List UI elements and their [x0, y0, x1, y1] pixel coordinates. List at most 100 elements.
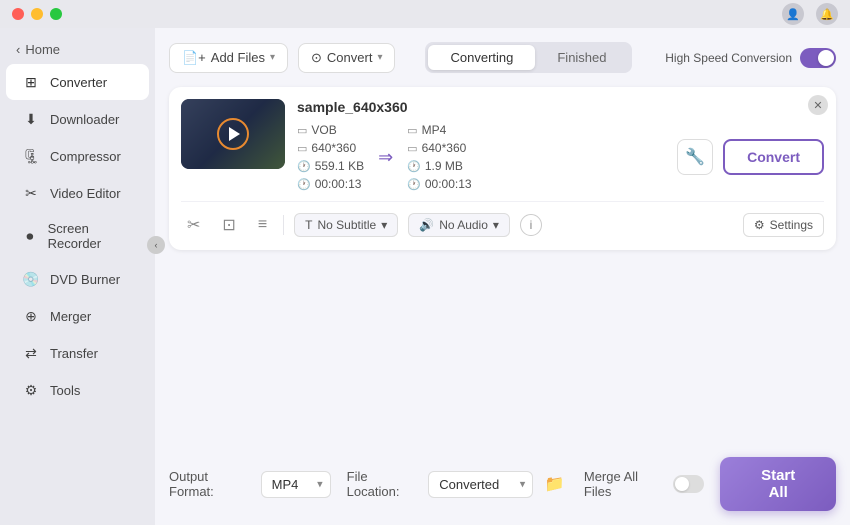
merger-icon: ⊕ [22, 307, 40, 325]
file-location-field: File Location: Converted Desktop Downloa… [347, 469, 568, 499]
speed-toggle-label: High Speed Conversion [665, 51, 792, 65]
collapse-sidebar-button[interactable]: ‹ [147, 236, 165, 254]
tab-switcher: Converting Finished [425, 42, 631, 73]
output-format-select[interactable]: MP4 MOV AVI MKV [261, 471, 331, 498]
target-size-icon: 🕐 [407, 160, 421, 173]
convert-chevron-icon: ▾ [377, 52, 382, 63]
audio-select[interactable]: 🔊 No Audio ▾ [408, 213, 510, 237]
sidebar-item-label: Screen Recorder [48, 221, 133, 251]
resolution-icon: ▭ [297, 142, 307, 155]
high-speed-toggle[interactable] [800, 48, 836, 68]
play-button[interactable] [217, 118, 249, 150]
source-format-value: VOB [311, 123, 336, 137]
sidebar-item-label: Video Editor [50, 186, 121, 201]
sidebar-item-dvd-burner[interactable]: 💿 DVD Burner [6, 261, 149, 297]
file-name: sample_640x360 [297, 99, 824, 115]
file-card: ✕ sample_640x360 ▭ VOB [169, 87, 836, 250]
target-size: 🕐 1.9 MB [407, 159, 471, 173]
tab-converting[interactable]: Converting [428, 45, 535, 70]
card-top: sample_640x360 ▭ VOB ▭ 640*360 [181, 99, 824, 191]
sidebar-item-label: Tools [50, 383, 80, 398]
size-icon: 🕐 [297, 160, 311, 173]
start-all-button[interactable]: Start All [720, 457, 836, 511]
speed-toggle: High Speed Conversion [665, 48, 836, 68]
subtitle-label: No Subtitle [318, 218, 377, 232]
settings-label: Settings [770, 218, 813, 232]
sidebar: ‹ Home ⊞ Converter ⬇ Downloader 🗜 Compre… [0, 28, 155, 525]
merge-all-files-toggle: Merge All Files [584, 469, 704, 499]
close-button[interactable] [12, 8, 24, 20]
home-label: Home [25, 42, 60, 57]
merge-toggle-switch[interactable] [673, 475, 704, 493]
title-bar: 👤 🔔 [0, 0, 850, 28]
target-resolution: ▭ 640*360 [407, 141, 471, 155]
sidebar-item-transfer[interactable]: ⇄ Transfer [6, 335, 149, 371]
target-duration: 🕐 00:00:13 [407, 177, 471, 191]
sidebar-item-converter[interactable]: ⊞ Converter [6, 64, 149, 100]
home-link[interactable]: ‹ Home [0, 36, 155, 63]
audio-icon: 🔊 [419, 218, 434, 232]
meta-edit-button[interactable]: 🔧 [677, 139, 713, 175]
convert-button[interactable]: Convert [723, 139, 824, 175]
play-triangle-icon [229, 127, 240, 141]
transfer-icon: ⇄ [22, 344, 40, 362]
target-duration-icon: 🕐 [407, 178, 421, 191]
add-files-label: Add Files [211, 50, 265, 65]
video-thumbnail[interactable] [181, 99, 285, 169]
source-format: ▭ VOB [297, 123, 364, 137]
audio-chevron-icon: ▾ [493, 218, 499, 232]
file-location-label: File Location: [347, 469, 421, 499]
target-file-type-icon: ▭ [407, 124, 417, 137]
add-files-icon: 📄+ [182, 50, 206, 66]
sidebar-item-video-editor[interactable]: ✂ Video Editor [6, 175, 149, 211]
user-icon[interactable]: 👤 [782, 3, 804, 25]
bottom-bar: Output Format: MP4 MOV AVI MKV File Loca… [169, 445, 836, 511]
convert-section: 🔧 Convert [677, 139, 824, 175]
notification-icon[interactable]: 🔔 [816, 3, 838, 25]
arrow-right-icon: ⇒ [378, 147, 393, 168]
sidebar-item-label: Transfer [50, 346, 98, 361]
add-files-button[interactable]: 📄+ Add Files ▾ [169, 43, 288, 73]
sidebar-item-downloader[interactable]: ⬇ Downloader [6, 101, 149, 137]
sidebar-item-label: Downloader [50, 112, 119, 127]
target-format-value: MP4 [422, 123, 447, 137]
target-format: ▭ MP4 [407, 123, 471, 137]
cut-icon[interactable]: ✂ [181, 212, 206, 238]
effect-icon[interactable]: ≡ [252, 213, 273, 237]
maximize-button[interactable] [50, 8, 62, 20]
target-format-col: ▭ MP4 ▭ 640*360 🕐 1.9 MB [407, 123, 471, 191]
format-row: ▭ VOB ▭ 640*360 🕐 559.1 KB [297, 123, 824, 191]
divider [283, 215, 284, 235]
info-button[interactable]: i [520, 214, 542, 236]
sidebar-item-compressor[interactable]: 🗜 Compressor [6, 138, 149, 174]
browse-folder-button[interactable]: 📁 [541, 470, 568, 498]
sidebar-item-merger[interactable]: ⊕ Merger [6, 298, 149, 334]
subtitle-select[interactable]: T No Subtitle ▾ [294, 213, 398, 237]
output-format-label: Output Format: [169, 469, 253, 499]
close-card-button[interactable]: ✕ [808, 95, 828, 115]
settings-gear-icon: ⚙ [754, 218, 765, 232]
sidebar-item-screen-recorder[interactable]: ⏺ Screen Recorder [6, 212, 149, 260]
sidebar-item-label: Merger [50, 309, 91, 324]
main-content: 📄+ Add Files ▾ ⊙ Convert ▾ Converting Fi… [155, 28, 850, 525]
subtitle-icon: T [305, 218, 312, 232]
add-files-chevron-icon: ▾ [270, 52, 275, 63]
target-duration-value: 00:00:13 [425, 177, 472, 191]
output-format-field: Output Format: MP4 MOV AVI MKV [169, 469, 331, 499]
sidebar-item-tools[interactable]: ⚙ Tools [6, 372, 149, 408]
toolbar: 📄+ Add Files ▾ ⊙ Convert ▾ Converting Fi… [169, 42, 836, 73]
card-bottom: ✂ ⊡ ≡ T No Subtitle ▾ 🔊 No Audio ▾ i ⚙ [181, 201, 824, 238]
minimize-button[interactable] [31, 8, 43, 20]
file-location-select[interactable]: Converted Desktop Downloads [428, 471, 533, 498]
target-size-value: 1.9 MB [425, 159, 463, 173]
crop-icon[interactable]: ⊡ [216, 212, 241, 238]
screen-recorder-icon: ⏺ [22, 227, 38, 245]
downloader-icon: ⬇ [22, 110, 40, 128]
convert-dropdown-button[interactable]: ⊙ Convert ▾ [298, 43, 395, 73]
source-size: 🕐 559.1 KB [297, 159, 364, 173]
settings-button[interactable]: ⚙ Settings [743, 213, 824, 237]
tab-finished[interactable]: Finished [535, 45, 628, 70]
sidebar-item-label: Converter [50, 75, 107, 90]
file-location-select-wrap: Converted Desktop Downloads [428, 471, 533, 498]
source-duration: 🕐 00:00:13 [297, 177, 364, 191]
